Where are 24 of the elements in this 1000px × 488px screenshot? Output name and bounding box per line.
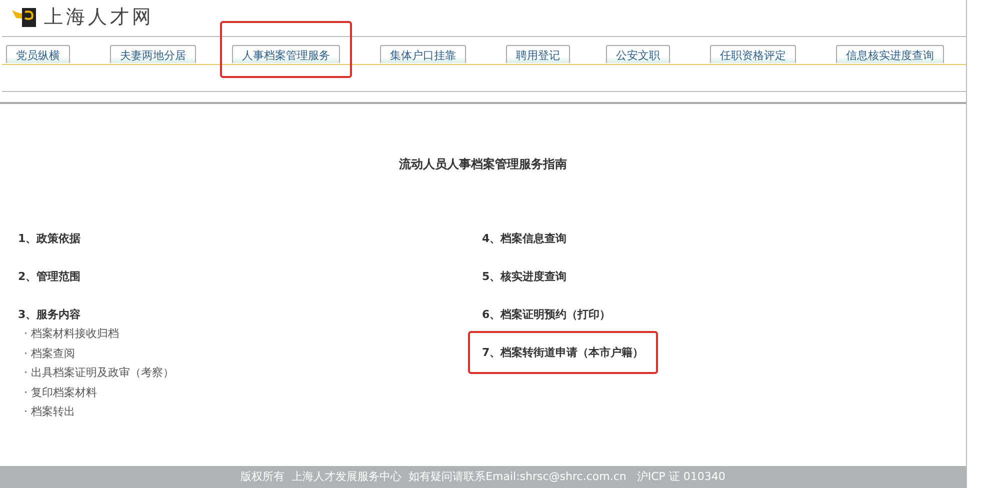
nav-tab[interactable]: 公安文职: [606, 45, 670, 63]
nav-tab[interactable]: 聘用登记: [506, 45, 570, 63]
service-link[interactable]: · 档案查阅: [18, 344, 482, 363]
service-link[interactable]: · 出具档案证明及政审（考察）: [18, 363, 482, 382]
nav-tab[interactable]: 党员纵横: [6, 45, 70, 63]
service-link[interactable]: · 复印档案材料: [18, 382, 482, 402]
nav-tab[interactable]: 任职资格评定: [710, 45, 796, 63]
nav-tab[interactable]: 信息核实进度查询: [836, 45, 944, 63]
nav-tab[interactable]: 夫妻两地分居: [110, 45, 196, 63]
service-link[interactable]: · 档案材料接收归档: [18, 324, 482, 344]
guide-link[interactable]: 4、档案信息查询: [482, 229, 567, 248]
guide-link[interactable]: 7、档案转街道申请（本市户籍）: [482, 343, 644, 362]
guide-link[interactable]: 3、服务内容: [18, 305, 81, 324]
guide-link[interactable]: 2、管理范围: [18, 267, 81, 286]
footer-text: 版权所有 上海人才发展服务中心 如有疑问请联系Email:shrsc@shrc.com.cn 沪ICP 证 010340: [0, 466, 966, 488]
nav-tab[interactable]: 集体户口挂靠: [380, 45, 466, 63]
service-link[interactable]: · 档案转出: [18, 402, 482, 422]
logo-icon: [12, 6, 38, 28]
nav-tab[interactable]: 人事档案管理服务: [232, 45, 340, 63]
guide-link[interactable]: 5、核实进度查询: [482, 267, 567, 286]
guide-title: 流动人员人事档案管理服务指南: [398, 156, 568, 173]
site-name: 上海人才网: [44, 5, 154, 30]
guide-link[interactable]: 1、政策依据: [18, 229, 81, 248]
guide-link[interactable]: 6、档案证明预约（打印）: [482, 305, 611, 324]
